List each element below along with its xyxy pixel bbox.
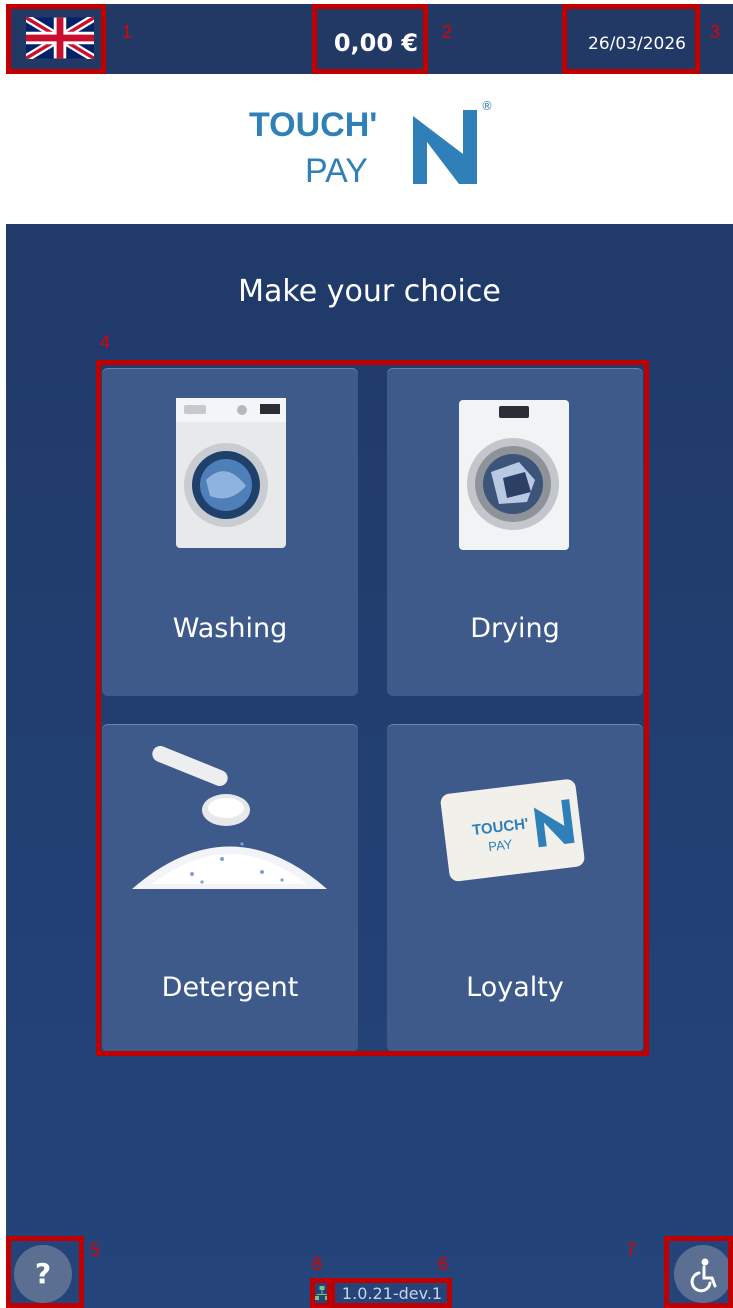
balance-display: 0,00 € bbox=[333, 29, 419, 57]
washing-machine-icon bbox=[102, 368, 358, 588]
top-bar: 0,00 € 26/03/2026 bbox=[6, 4, 733, 74]
tile-loyalty[interactable]: TOUCH' PAY Loyalty bbox=[387, 724, 643, 1052]
tile-label: Detergent bbox=[161, 972, 299, 1003]
logo-line1: TOUCH' bbox=[249, 106, 377, 144]
page-title: Make your choice bbox=[238, 274, 501, 309]
dryer-icon bbox=[387, 368, 643, 588]
annotation-number: 4 bbox=[100, 332, 111, 352]
annotation-number: 7 bbox=[626, 1240, 637, 1260]
annotation-number: 1 bbox=[122, 22, 133, 42]
annotation-number: 5 bbox=[90, 1240, 101, 1260]
detergent-scoop-icon bbox=[102, 724, 358, 944]
annotation-number: 3 bbox=[710, 22, 721, 42]
tile-washing[interactable]: Washing bbox=[102, 368, 358, 696]
wheelchair-icon[interactable] bbox=[674, 1245, 732, 1303]
tile-label: Washing bbox=[172, 613, 288, 644]
card-text-line2: PAY bbox=[487, 836, 513, 854]
touchnpay-logo: TOUCH' PAY ® bbox=[245, 96, 495, 188]
help-button[interactable]: ? bbox=[14, 1245, 72, 1303]
tile-drying[interactable]: Drying bbox=[387, 368, 643, 696]
annotation-number: 6 bbox=[438, 1254, 449, 1274]
tile-detergent[interactable]: Detergent bbox=[102, 724, 358, 1052]
tile-label: Loyalty bbox=[466, 972, 564, 1003]
date-display: 26/03/2026 bbox=[588, 34, 686, 54]
annotation-number: 8 bbox=[312, 1254, 323, 1274]
loyalty-card-icon: TOUCH' PAY bbox=[387, 724, 643, 944]
main-panel: Make your choice Washing Drying Detergen… bbox=[6, 224, 733, 1308]
logo-registered: ® bbox=[481, 99, 493, 113]
network-icon bbox=[314, 1284, 330, 1304]
uk-flag-icon[interactable] bbox=[26, 17, 94, 59]
tile-label: Drying bbox=[470, 613, 560, 644]
annotation-number: 2 bbox=[442, 22, 453, 42]
logo-line2: PAY bbox=[305, 152, 368, 188]
version-label: 1.0.21-dev.1 bbox=[341, 1284, 443, 1303]
